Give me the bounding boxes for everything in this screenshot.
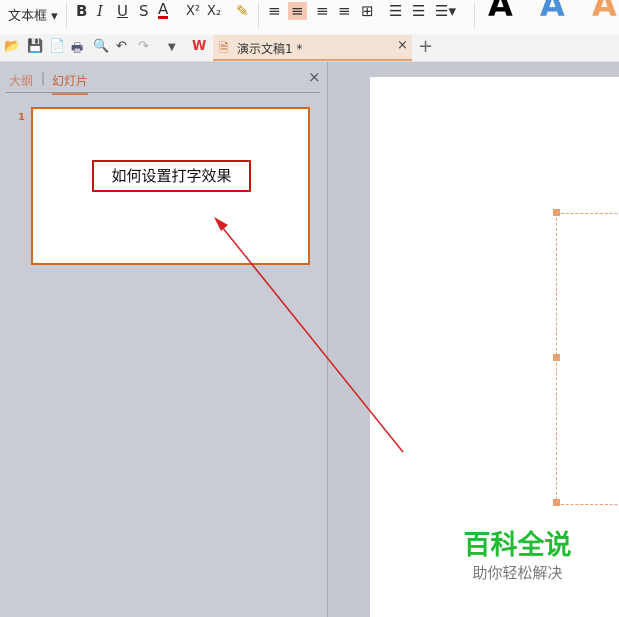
watermark-title: 百科全说 — [463, 530, 572, 561]
watermark-subtitle: 助你轻松解决 — [472, 564, 563, 582]
watermark: 百科全说 助你轻松解决 — [455, 530, 580, 583]
annotation-arrow — [214, 217, 404, 453]
